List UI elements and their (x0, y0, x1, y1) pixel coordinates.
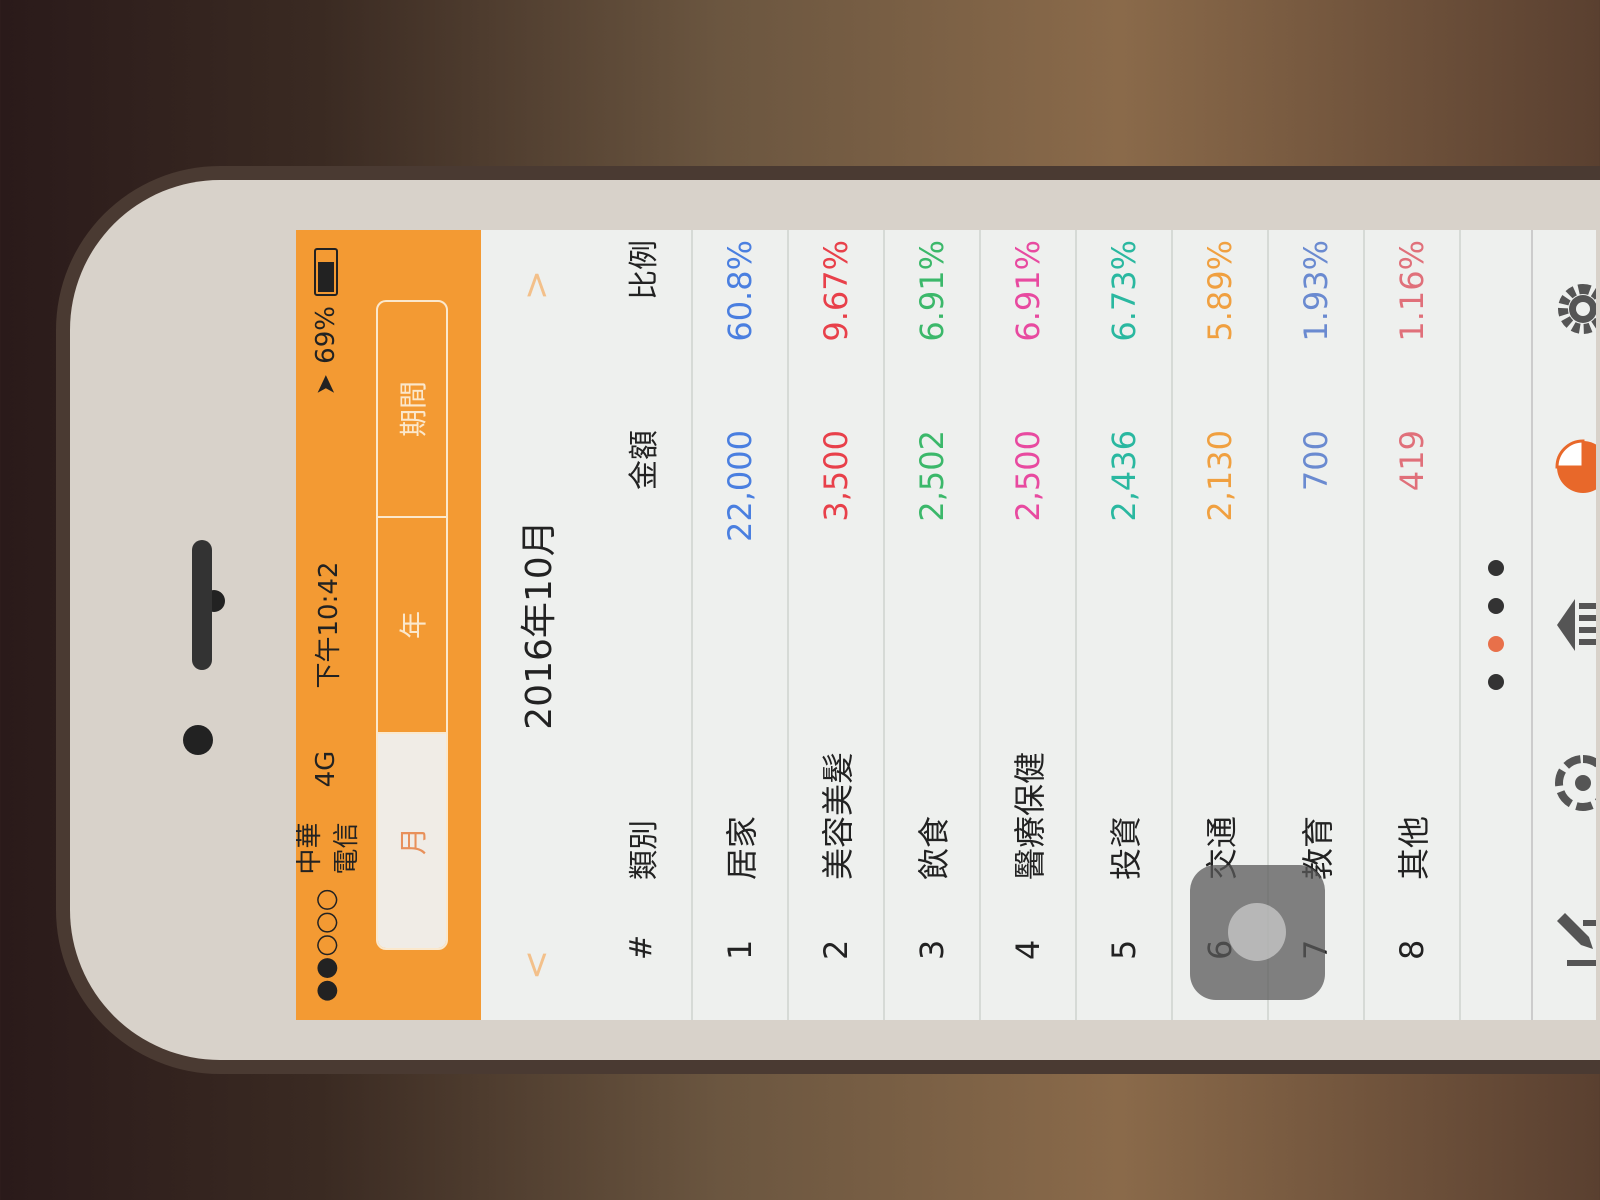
segment-month[interactable]: 月 (378, 732, 446, 948)
table-row[interactable]: 3 飲食 2,502 6.91% (885, 230, 981, 1020)
row-category: 其他 (1395, 815, 1433, 880)
row-ratio: 1.16% (1393, 240, 1431, 342)
row-category: 交通 (1203, 815, 1241, 880)
segment-range[interactable]: 期間 (378, 302, 446, 516)
row-amount: 419 (1393, 430, 1431, 492)
page-dot-active[interactable] (1488, 636, 1504, 652)
row-number: 8 (1393, 939, 1431, 960)
camera-shutter-icon (1555, 755, 1596, 811)
clock: 下午10:42 (313, 561, 344, 689)
page-dot[interactable] (1488, 674, 1504, 690)
row-category: 醫療保健 (1011, 751, 1049, 880)
row-ratio: 5.89% (1201, 240, 1239, 342)
tab-report[interactable] (1548, 432, 1596, 502)
header-number: # (623, 934, 659, 960)
row-ratio: 60.8% (721, 240, 759, 342)
gear-icon (1558, 284, 1596, 334)
date-navigator: < 2016年10月 > (481, 230, 591, 1020)
row-amount: 700 (1297, 430, 1335, 492)
row-ratio: 9.67% (817, 240, 855, 342)
row-category: 美容美髮 (819, 751, 857, 880)
status-bar: ●●○○○ 中華電信 4G 下午10:42 ➤ 69% (296, 230, 362, 1020)
edit-icon (1557, 913, 1596, 966)
row-number: 5 (1105, 939, 1143, 960)
tab-edit[interactable] (1548, 906, 1596, 976)
page-dot[interactable] (1488, 598, 1504, 614)
table-row[interactable]: 4 醫療保健 2,500 6.91% (981, 230, 1077, 1020)
earpiece (192, 540, 212, 670)
table-row[interactable]: 8 其他 419 1.16% (1365, 230, 1461, 1020)
carrier: 中華電信 (296, 822, 362, 875)
row-ratio: 6.91% (913, 240, 951, 342)
network-type: 4G (311, 750, 341, 788)
header-ratio: 比例 (627, 240, 662, 300)
app-header: ●●○○○ 中華電信 4G 下午10:42 ➤ 69% 月 年 期間 (296, 230, 481, 1020)
row-category: 教育 (1299, 815, 1337, 880)
table-row[interactable]: 1 居家 22,000 60.8% (693, 230, 789, 1020)
header-amount: 金額 (627, 430, 662, 490)
row-ratio: 1.93% (1297, 240, 1335, 342)
row-amount: 3,500 (817, 430, 855, 522)
segment-year[interactable]: 年 (378, 516, 446, 732)
location-arrow-icon: ➤ (311, 373, 341, 396)
app-screen: ●●○○○ 中華電信 4G 下午10:42 ➤ 69% 月 年 期間 < 201… (296, 230, 1596, 1020)
table-header: # 類別 金額 比例 (591, 230, 693, 1020)
tab-accounts[interactable] (1548, 590, 1596, 660)
bank-icon (1557, 599, 1596, 651)
next-month-button[interactable]: > (516, 270, 557, 300)
page-indicator (1461, 230, 1531, 1020)
tab-camera[interactable] (1548, 748, 1596, 818)
row-ratio: 6.91% (1009, 240, 1047, 342)
pie-chart-icon (1555, 439, 1596, 493)
prev-month-button[interactable]: < (516, 950, 557, 980)
row-amount: 2,502 (913, 430, 951, 522)
sensor (183, 725, 213, 755)
row-category: 投資 (1107, 815, 1145, 880)
row-number: 2 (817, 939, 855, 960)
tab-settings[interactable] (1548, 274, 1596, 344)
row-amount: 22,000 (721, 430, 759, 542)
period-title: 2016年10月 (519, 520, 560, 730)
row-ratio: 6.73% (1105, 240, 1143, 342)
row-amount: 2,130 (1201, 430, 1239, 522)
row-category: 飲食 (915, 815, 953, 880)
period-segmented-control: 月 年 期間 (376, 300, 448, 950)
table-row[interactable]: 5 投資 2,436 6.73% (1077, 230, 1173, 1020)
row-number: 1 (721, 939, 759, 960)
assistive-touch-button[interactable] (1190, 865, 1325, 1000)
battery-icon (314, 248, 338, 297)
row-amount: 2,436 (1105, 430, 1143, 522)
row-number: 4 (1009, 939, 1047, 960)
row-amount: 2,500 (1009, 430, 1047, 522)
signal-strength: ●●○○○ (311, 888, 341, 1002)
page-dot[interactable] (1488, 560, 1504, 576)
row-number: 3 (913, 939, 951, 960)
battery-percent: 69% (311, 306, 341, 364)
row-category: 居家 (723, 815, 761, 880)
tab-bar (1531, 230, 1596, 1020)
table-row[interactable]: 2 美容美髮 3,500 9.67% (789, 230, 885, 1020)
header-category: 類別 (627, 820, 662, 880)
